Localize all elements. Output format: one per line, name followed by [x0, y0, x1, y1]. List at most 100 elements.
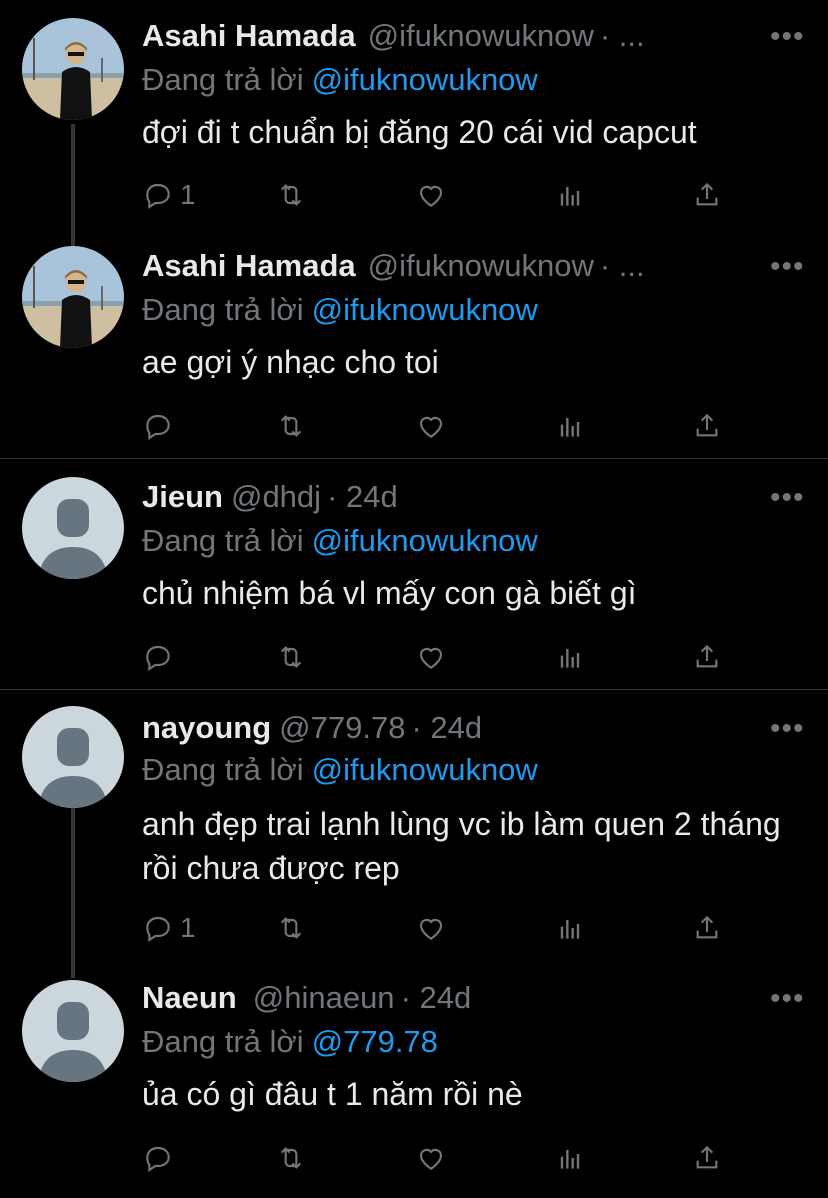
retweet-button[interactable] [275, 910, 307, 946]
tweet[interactable]: Jieun @dhdj · 24d ••• Đang trả lời @ifuknow… [0, 459, 828, 689]
share-icon [696, 915, 718, 939]
tweet-text: chủ nhiệm bá vl mấy con gà biết gì [142, 575, 637, 611]
author-handle[interactable]: @ifuknowuknow [368, 248, 594, 283]
tweet-text: đợi đi t chuẩn bị đăng 20 cái vid capcut [142, 114, 697, 150]
tweet[interactable]: Asahi Hamada @ifuknowuknow · ... ••• Đang … [0, 0, 828, 228]
display-name[interactable]: Jieun [142, 479, 223, 514]
display-name[interactable]: Asahi Hamada [142, 248, 356, 283]
share-button[interactable] [691, 910, 723, 946]
tweet-meta: · ... [599, 18, 645, 53]
avatar[interactable] [22, 980, 124, 1082]
more-options-icon[interactable]: ••• [770, 250, 805, 284]
replying-to: Đang trả lời @779.78 [142, 1024, 438, 1060]
avatar[interactable] [22, 246, 124, 348]
display-name[interactable]: Naeun [142, 980, 237, 1015]
heart-icon [419, 918, 443, 940]
author-handle[interactable]: @hinaeun [253, 980, 395, 1015]
heart-icon [419, 185, 443, 207]
analytics-icon [560, 920, 580, 939]
author-name[interactable]: Jieun @dhdj · 24d [142, 479, 398, 515]
analytics-button[interactable] [554, 639, 586, 675]
retweet-icon [280, 1147, 302, 1169]
replying-label: Đang trả lời [142, 62, 304, 97]
author-handle[interactable]: @ifuknowuknow [368, 18, 594, 53]
tweet-meta: · 24d [411, 710, 483, 745]
share-button[interactable] [691, 177, 723, 213]
replying-label: Đang trả lời [142, 523, 304, 558]
share-icon [696, 644, 718, 668]
tweet-actions [142, 1140, 742, 1176]
analytics-button[interactable] [554, 177, 586, 213]
like-button[interactable] [415, 177, 447, 213]
share-button[interactable] [691, 1140, 723, 1176]
share-button[interactable] [691, 639, 723, 675]
author-name[interactable]: Naeun @hinaeun · 24d [142, 980, 471, 1016]
author-name[interactable]: nayoung @779.78 · 24d [142, 710, 482, 746]
tweet-meta: · 24d [400, 980, 472, 1015]
analytics-icon [560, 1150, 580, 1169]
tweet-text: anh đẹp trai lạnh lùng vc ib làm quen 2 … [142, 806, 781, 886]
share-icon [696, 182, 718, 206]
replying-to: Đang trả lời @ifuknowuknow [142, 292, 538, 328]
share-button[interactable] [691, 408, 723, 444]
analytics-button[interactable] [554, 1140, 586, 1176]
tweet[interactable]: nayoung @779.78 · 24d ••• Đang trả lời @ifu… [0, 690, 828, 960]
reply-icon [146, 1146, 170, 1172]
tweet-actions: 1 [142, 177, 742, 213]
like-button[interactable] [415, 639, 447, 675]
reply-button[interactable]: 1 [142, 177, 196, 213]
like-button[interactable] [415, 1140, 447, 1176]
share-icon [696, 1145, 718, 1169]
avatar[interactable] [22, 18, 124, 120]
retweet-button[interactable] [275, 639, 307, 675]
analytics-button[interactable] [554, 910, 586, 946]
retweet-button[interactable] [275, 177, 307, 213]
analytics-icon [560, 187, 580, 206]
replying-to: Đang trả lời @ifuknowuknow [142, 752, 538, 788]
retweet-button[interactable] [275, 1140, 307, 1176]
avatar[interactable] [22, 706, 124, 808]
replying-label: Đang trả lời [142, 752, 304, 787]
retweet-icon [280, 646, 302, 668]
replying-mention[interactable]: @ifuknowuknow [312, 62, 538, 97]
reply-button[interactable] [142, 639, 180, 675]
more-options-icon[interactable]: ••• [770, 481, 805, 515]
author-name[interactable]: Asahi Hamada @ifuknowuknow · ... [142, 18, 645, 54]
author-handle[interactable]: @779.78 [279, 710, 405, 745]
retweet-button[interactable] [275, 408, 307, 444]
tweet-actions [142, 639, 742, 675]
reply-button[interactable] [142, 408, 180, 444]
replying-mention[interactable]: @ifuknowuknow [312, 292, 538, 327]
tweet-meta: · ... [599, 248, 645, 283]
tweet-actions [142, 408, 742, 444]
more-options-icon[interactable]: ••• [770, 20, 805, 54]
tweet-meta: · 24d [327, 479, 398, 514]
analytics-button[interactable] [554, 408, 586, 444]
more-options-icon[interactable]: ••• [770, 712, 805, 746]
tweet[interactable]: Naeun @hinaeun · 24d ••• Đang trả lời @779.… [0, 960, 828, 1198]
reply-icon [146, 916, 170, 942]
replying-label: Đang trả lời [142, 1024, 304, 1059]
heart-icon [419, 647, 443, 669]
author-handle[interactable]: @dhdj [231, 479, 321, 514]
replying-mention[interactable]: @779.78 [312, 1024, 438, 1059]
reply-button[interactable] [142, 1140, 180, 1176]
replying-mention[interactable]: @ifuknowuknow [312, 523, 538, 558]
reply-button[interactable]: 1 [142, 910, 196, 946]
more-options-icon[interactable]: ••• [770, 982, 805, 1016]
avatar[interactable] [22, 477, 124, 579]
analytics-icon [560, 418, 580, 437]
display-name[interactable]: nayoung [142, 710, 271, 745]
tweet[interactable]: Asahi Hamada @ifuknowuknow · ... ••• Đang … [0, 228, 828, 458]
replying-label: Đang trả lời [142, 292, 304, 327]
like-button[interactable] [415, 408, 447, 444]
like-button[interactable] [415, 910, 447, 946]
author-name[interactable]: Asahi Hamada @ifuknowuknow · ... [142, 248, 645, 284]
retweet-icon [280, 415, 302, 437]
heart-icon [419, 1148, 443, 1170]
retweet-icon [280, 917, 302, 939]
reply-icon [146, 183, 170, 209]
replying-mention[interactable]: @ifuknowuknow [312, 752, 538, 787]
reply-count: 1 [180, 912, 196, 943]
display-name[interactable]: Asahi Hamada [142, 18, 356, 53]
